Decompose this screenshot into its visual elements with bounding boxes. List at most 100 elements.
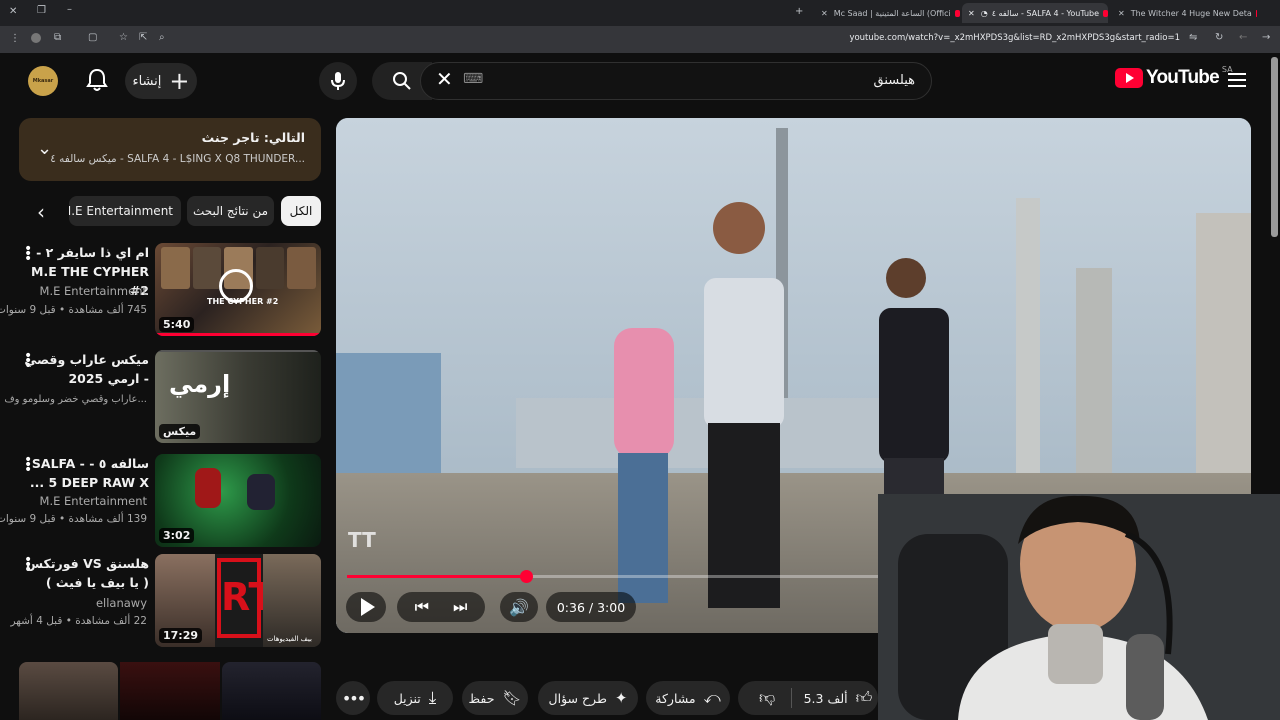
clear-search-icon[interactable]: ✕ xyxy=(436,67,453,91)
like-icon[interactable]: 👍︎ xyxy=(856,688,873,708)
browser-address-bar: ⋮ ⧉ ▢ ☆ ⇱ ⌕ youtube.com/watch?v=_x2mHXPD… xyxy=(0,26,1280,53)
minimize-window-icon[interactable]: – xyxy=(67,4,72,15)
youtube-header: Mkasar إنشاء + ✕ ⌨ هيلسنق YouTube SA xyxy=(0,53,1280,237)
browser-tab-bar: ✕ ❐ – + ✕ Mc Saad | الساعة المتينية (Off… xyxy=(0,0,1280,26)
thumbnail[interactable]: إرمي ميكس xyxy=(155,350,321,443)
play-button[interactable] xyxy=(346,592,386,622)
ask-button[interactable]: طرح سؤال ✦ xyxy=(538,681,638,715)
play-icon xyxy=(361,598,375,616)
zoom-icon[interactable]: ⌕ xyxy=(159,32,165,43)
ask-label: طرح سؤال xyxy=(548,690,607,706)
menu-dots-icon[interactable]: ⋮ xyxy=(10,33,20,44)
youtube-favicon-icon xyxy=(954,9,960,17)
navigation-controls: ⏮ ⏭ xyxy=(397,592,485,622)
channel-name[interactable]: M.E Entertainment xyxy=(40,494,147,508)
create-button[interactable]: إنشاء + xyxy=(125,63,197,99)
hamburger-menu-icon[interactable] xyxy=(1228,73,1246,87)
tab-salfa-4[interactable]: ✕ ◔ سالفه ٤ - SALFA 4 - YouTube xyxy=(962,3,1108,23)
back-icon[interactable]: → xyxy=(1262,32,1270,43)
search-icon xyxy=(393,72,411,90)
audio-playing-icon[interactable]: ◔ xyxy=(981,9,988,18)
video-meta: 22 ألف مشاهدة • قبل 4 أشهر xyxy=(10,615,148,627)
tab-title: سالفه ٤ - SALFA 4 - YouTube xyxy=(991,8,1100,18)
youtube-play-logo-icon xyxy=(1115,68,1143,88)
chevron-left-icon[interactable]: ‹ xyxy=(37,200,45,224)
video-title[interactable]: هلسنق VS فورتكس ( يا بيف يا فيث ) xyxy=(19,554,149,592)
masked-figure xyxy=(247,474,275,510)
close-tab-icon[interactable]: ✕ xyxy=(968,9,975,18)
list-item[interactable]: • • • هلسنق VS فورتكس ( يا بيف يا فيث ) el… xyxy=(11,553,321,649)
channel-name[interactable]: ellanawy xyxy=(96,596,147,610)
video-title[interactable]: سالفه ٥ - - SALFA 5 DEEP RAW X ... xyxy=(19,454,149,492)
new-tab-icon[interactable]: + xyxy=(795,6,803,17)
previous-icon[interactable]: ⏮ xyxy=(415,597,429,617)
list-item[interactable]: • • • ميكس عاراب وقصي - ارمي 2025 عاراب وق… xyxy=(4,349,321,445)
profile-icon[interactable] xyxy=(31,33,41,43)
download-icon: ⤓ xyxy=(428,688,437,708)
tab-witcher-4[interactable]: ✕ The Witcher 4 Huge New Deta xyxy=(1112,3,1257,23)
more-actions-button[interactable]: ••• xyxy=(336,681,370,715)
chip-channel[interactable]: من M.E Entertainment xyxy=(69,196,181,226)
close-window-icon[interactable]: ✕ xyxy=(9,6,17,17)
reload-icon[interactable]: ↻ xyxy=(1215,32,1223,43)
thumbnail[interactable] xyxy=(120,662,220,720)
thumb-text: إرمي xyxy=(169,370,231,398)
keyboard-icon[interactable]: ⌨ xyxy=(463,71,483,87)
thumbnail[interactable]: RT بيف الفيديوهات 17:29 xyxy=(155,554,321,647)
url-text[interactable]: youtube.com/watch?v=_x2mHXPDS3g&list=RD_… xyxy=(849,33,1180,43)
save-button[interactable]: حفظ 🔖︎ xyxy=(462,681,528,715)
thumb-text: بيف الفيديوهات xyxy=(267,635,312,643)
mix-badge: ميكس xyxy=(159,424,201,439)
up-next-panel[interactable]: ⌄ التالي: تاجر جنث ميكس سالفه ٤ - SALFA … xyxy=(19,118,321,181)
notifications-bell-icon[interactable] xyxy=(86,68,108,96)
channel-name[interactable]: M.E Entertainment xyxy=(40,284,147,298)
page-scrollbar[interactable] xyxy=(1271,57,1278,237)
extensions-icon[interactable]: ⧉ xyxy=(54,32,61,43)
install-app-icon[interactable]: ⇱ xyxy=(139,32,147,43)
volume-button[interactable]: 🔊 xyxy=(500,592,538,622)
bookmark-star-icon[interactable]: ☆ xyxy=(119,32,128,43)
channel-name[interactable]: عاراب وقصي خضر وسلومو وف... xyxy=(4,394,147,405)
list-item[interactable]: • • • ام اي ذا سايفر ٢ - M.E THE CYPHER #2… xyxy=(0,242,321,338)
thumbnail[interactable] xyxy=(19,662,118,720)
thumbnail[interactable]: 3:02 xyxy=(155,454,321,547)
video-meta: 139 ألف مشاهدة • قبل 9 سنوات xyxy=(0,513,147,525)
chip-all[interactable]: الكل xyxy=(281,196,321,226)
list-item[interactable]: • • • سالفه ٥ - - SALFA 5 DEEP RAW X ... M… xyxy=(0,453,321,549)
next-icon[interactable]: ⏭ xyxy=(453,597,467,617)
sidebar-icon[interactable]: ▢ xyxy=(88,32,97,43)
avatar[interactable]: Mkasar xyxy=(28,66,58,96)
thumbnail[interactable] xyxy=(222,662,321,720)
share-button[interactable]: مشاركة ⤺ xyxy=(646,681,730,715)
thumbnail[interactable]: THE CYPHER #2 5:40 xyxy=(155,243,321,336)
up-next-label: التالي: تاجر جنث xyxy=(201,130,305,145)
create-label: إنشاء xyxy=(132,73,162,89)
youtube-favicon-icon xyxy=(1103,9,1108,17)
close-tab-icon[interactable]: ✕ xyxy=(821,9,828,18)
duration-badge: 5:40 xyxy=(159,317,195,332)
forward-icon[interactable]: ← xyxy=(1239,32,1247,43)
scrubber-handle[interactable] xyxy=(520,570,533,583)
download-button[interactable]: تنزيل ⤓ xyxy=(377,681,453,715)
up-next-subtitle: ميكس سالفه ٤ - SALFA 4 - L$ING X Q8 THUN… xyxy=(50,153,305,165)
sparkle-icon: ✦ xyxy=(614,689,628,707)
tab-mc-saad[interactable]: ✕ Mc Saad | الساعة المتينية (Offici xyxy=(815,3,960,23)
voice-search-button[interactable] xyxy=(319,62,357,100)
duration-badge: 17:29 xyxy=(159,628,203,643)
youtube-logo[interactable]: YouTube SA xyxy=(1115,65,1233,89)
close-tab-icon[interactable]: ✕ xyxy=(1118,9,1125,18)
webcam-frame xyxy=(878,494,1280,720)
plus-icon: + xyxy=(169,67,190,95)
restore-window-icon[interactable]: ❐ xyxy=(37,5,46,16)
like-count: 5.3 ألف xyxy=(803,690,848,706)
search-input[interactable]: ✕ ⌨ هيلسنق xyxy=(420,62,932,100)
share-label: مشاركة xyxy=(655,690,696,706)
watched-progress-bar xyxy=(155,333,321,336)
site-settings-icon[interactable]: ⇋ xyxy=(1189,32,1197,43)
dislike-button[interactable]: 👎︎ xyxy=(744,688,792,708)
video-title[interactable]: ميكس عاراب وقصي - ارمي 2025 xyxy=(19,350,149,388)
logo-text: YouTube xyxy=(1146,67,1220,88)
chip-related[interactable]: من نتائج البحث xyxy=(187,196,274,226)
tab-title: The Witcher 4 Huge New Deta xyxy=(1130,8,1252,18)
avatar-label: Mkasar xyxy=(32,78,54,84)
